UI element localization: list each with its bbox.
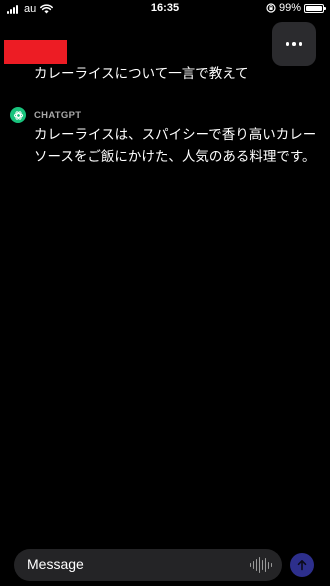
battery-icon: [304, 3, 326, 13]
more-icon-dot: [298, 42, 303, 46]
send-arrow-icon: [297, 560, 307, 571]
more-icon-dot: [285, 42, 290, 46]
message-input[interactable]: Message: [14, 549, 282, 581]
redacted-user-name: [4, 40, 67, 64]
battery-percent: 99%: [278, 2, 301, 14]
chatgpt-logo-icon: [10, 107, 26, 123]
more-icon-dot: [292, 42, 296, 46]
assistant-name: CHATGPT: [34, 109, 82, 121]
assistant-header: CHATGPT: [10, 107, 81, 123]
send-button[interactable]: [290, 553, 314, 577]
user-message: カレーライスについて一言で教えて: [34, 66, 249, 82]
orientation-lock-icon: [266, 3, 276, 13]
message-input-placeholder: Message: [27, 556, 84, 572]
more-options-button[interactable]: [272, 22, 316, 66]
status-right: 99%: [266, 2, 326, 14]
status-bar: au 16:35 99%: [0, 0, 330, 18]
assistant-message: カレーライスは、スパイシーで香り高いカレーソースをご飯にかけた、人気のある料理で…: [34, 127, 317, 165]
voice-icon[interactable]: [249, 557, 272, 573]
battery-fill: [306, 5, 322, 11]
